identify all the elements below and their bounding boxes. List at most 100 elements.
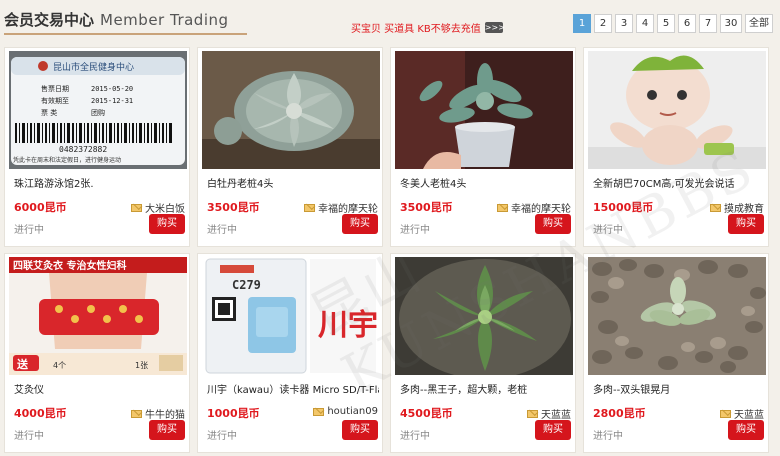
pagination: 1 2 3 4 5 6 7 30 全部 xyxy=(573,14,776,33)
send-badge-text: 送 xyxy=(16,357,29,371)
promo-arrow-icon: >>> xyxy=(484,22,505,33)
card-valid-date: 2015-12-31 xyxy=(91,97,133,105)
message-icon[interactable] xyxy=(497,203,508,212)
seller-name[interactable]: 天蓝蓝 xyxy=(734,406,764,421)
banner-text: 四联艾灸衣 专治女性妇科 xyxy=(13,259,126,272)
product-image-card-reader[interactable]: C279 川宇 xyxy=(202,257,380,375)
product-card[interactable]: C279 川宇 川宇（kawau）读卡器 Micro SD/T-Flas 100… xyxy=(197,253,383,453)
product-grid: 昆山市全民健身中心 售票日期 2015-05-20 有效期至 2015-12-3… xyxy=(4,47,776,456)
status-text: 进行中 xyxy=(400,225,430,236)
seller[interactable]: 大米白饭 xyxy=(131,200,185,215)
page-button-4[interactable]: 4 xyxy=(636,14,654,33)
product-image-membership-card[interactable]: 昆山市全民健身中心 售票日期 2015-05-20 有效期至 2015-12-3… xyxy=(9,51,187,169)
status-text: 进行中 xyxy=(400,431,430,442)
buy-button[interactable]: 购买 xyxy=(728,214,764,234)
seller[interactable]: 天蓝蓝 xyxy=(720,406,764,421)
message-icon[interactable] xyxy=(131,203,142,212)
message-icon[interactable] xyxy=(313,407,325,416)
status-text: 进行中 xyxy=(14,431,44,442)
product-card[interactable]: 昆山市全民健身中心 售票日期 2015-05-20 有效期至 2015-12-3… xyxy=(4,47,190,247)
card-type-value: 团购 xyxy=(91,108,105,117)
message-icon[interactable] xyxy=(710,203,721,212)
seller-name[interactable]: 摸成教育 xyxy=(724,200,764,215)
product-price: 15000昆币 xyxy=(593,201,654,214)
product-card[interactable]: 冬美人老桩4头 3500昆币 幸福的摩天轮 进行中 购买 xyxy=(390,47,576,247)
product-name[interactable]: 全新胡巴70CM高,可发光会说话 xyxy=(593,175,765,190)
product-card[interactable]: 全新胡巴70CM高,可发光会说话 15000昆币 摸成教育 进行中 购买 xyxy=(583,47,769,247)
buy-button[interactable]: 购买 xyxy=(342,214,378,234)
product-price: 6000昆币 xyxy=(14,201,67,214)
buy-button[interactable]: 购买 xyxy=(149,214,185,234)
product-name[interactable]: 多肉--黑王子，超大颗，老桩 xyxy=(400,381,572,396)
product-image-succulent-pot[interactable] xyxy=(395,51,573,169)
page-button-5[interactable]: 5 xyxy=(657,14,675,33)
seller[interactable]: houtian09 xyxy=(313,406,378,417)
seller[interactable]: 天蓝蓝 xyxy=(527,406,571,421)
product-image-succulent-white[interactable] xyxy=(202,51,380,169)
product-name[interactable]: 艾灸仪 xyxy=(14,381,186,396)
seller-name[interactable]: 幸福的摩天轮 xyxy=(318,200,378,215)
status-text: 进行中 xyxy=(207,431,237,442)
card-buy-date-label: 售票日期 xyxy=(41,84,69,93)
qty-b-text: 1张 xyxy=(135,361,148,370)
product-image-moxa-belt[interactable]: 四联艾灸衣 专治女性妇科 送 4个 1张 xyxy=(9,257,187,375)
card-notice-text: 凭此卡在周末和法定假日，进行健身运动 xyxy=(13,156,121,164)
promo-text: 买宝贝 买道具 KB不够去充值 xyxy=(351,24,481,35)
product-image-succulent-green[interactable] xyxy=(395,257,573,375)
status-text: 进行中 xyxy=(207,225,237,236)
card-barcode-number: 0482372882 xyxy=(59,145,107,154)
product-name[interactable]: 多肉--双头银晃月 xyxy=(593,381,765,396)
buy-button[interactable]: 购买 xyxy=(149,420,185,440)
product-price: 4500昆币 xyxy=(400,407,453,420)
package-brand: 川宇 xyxy=(318,308,378,343)
seller-name[interactable]: houtian09 xyxy=(327,406,378,417)
seller[interactable]: 牛牛的猫 xyxy=(131,406,185,421)
status-text: 进行中 xyxy=(14,225,44,236)
seller-name[interactable]: 幸福的摩天轮 xyxy=(511,200,571,215)
title-chinese: 会员交易中心 xyxy=(4,11,95,29)
header: 会员交易中心 Member Trading 买宝贝 买道具 KB不够去充值 >>… xyxy=(0,0,780,44)
seller-name[interactable]: 大米白饭 xyxy=(145,200,185,215)
page-button-1[interactable]: 1 xyxy=(573,14,591,33)
seller-name[interactable]: 牛牛的猫 xyxy=(145,406,185,421)
card-org-text: 昆山市全民健身中心 xyxy=(53,61,134,73)
page-button-2[interactable]: 2 xyxy=(594,14,612,33)
card-valid-label: 有效期至 xyxy=(41,96,69,105)
message-icon[interactable] xyxy=(527,409,538,418)
seller-name[interactable]: 天蓝蓝 xyxy=(541,406,571,421)
buy-button[interactable]: 购买 xyxy=(342,420,378,440)
product-card[interactable]: 四联艾灸衣 专治女性妇科 送 4个 1张 艾灸仪 4000昆币 牛牛的猫 进行中… xyxy=(4,253,190,453)
product-name[interactable]: 川宇（kawau）读卡器 Micro SD/T-Flas xyxy=(207,381,379,396)
product-card[interactable]: 多肉--黑王子，超大颗，老桩 4500昆币 天蓝蓝 进行中 购买 xyxy=(390,253,576,453)
page-button-7[interactable]: 7 xyxy=(699,14,717,33)
member-trading-page: 会员交易中心 Member Trading 买宝贝 买道具 KB不够去充值 >>… xyxy=(0,0,780,456)
product-price: 2800昆币 xyxy=(593,407,646,420)
message-icon[interactable] xyxy=(131,409,142,418)
page-button-all[interactable]: 全部 xyxy=(745,14,773,33)
product-card[interactable]: 多肉--双头银晃月 2800昆币 天蓝蓝 进行中 购买 xyxy=(583,253,769,453)
product-card[interactable]: 白牡丹老桩4头 3500昆币 幸福的摩天轮 进行中 购买 xyxy=(197,47,383,247)
message-icon[interactable] xyxy=(720,409,731,418)
title-english: Member Trading xyxy=(100,11,229,29)
product-image-succulent-pebbles[interactable] xyxy=(588,257,766,375)
recharge-promo-link[interactable]: 买宝贝 买道具 KB不够去充值 >>> xyxy=(351,20,505,35)
product-name[interactable]: 珠江路游泳馆2张. xyxy=(14,175,186,190)
product-name[interactable]: 冬美人老桩4头 xyxy=(400,175,572,190)
page-button-3[interactable]: 3 xyxy=(615,14,633,33)
product-name[interactable]: 白牡丹老桩4头 xyxy=(207,175,379,190)
product-image-plush-toy[interactable] xyxy=(588,51,766,169)
page-button-6[interactable]: 6 xyxy=(678,14,696,33)
seller[interactable]: 幸福的摩天轮 xyxy=(304,200,378,215)
status-text: 进行中 xyxy=(593,225,623,236)
card-type-label: 票 类 xyxy=(41,108,57,117)
seller[interactable]: 摸成教育 xyxy=(710,200,764,215)
message-icon[interactable] xyxy=(304,203,315,212)
section-title: 会员交易中心 Member Trading xyxy=(4,9,247,35)
seller[interactable]: 幸福的摩天轮 xyxy=(497,200,571,215)
buy-button[interactable]: 购买 xyxy=(728,420,764,440)
product-price: 4000昆币 xyxy=(14,407,67,420)
buy-button[interactable]: 购买 xyxy=(535,420,571,440)
product-price: 3500昆币 xyxy=(400,201,453,214)
page-button-30[interactable]: 30 xyxy=(720,14,742,33)
buy-button[interactable]: 购买 xyxy=(535,214,571,234)
